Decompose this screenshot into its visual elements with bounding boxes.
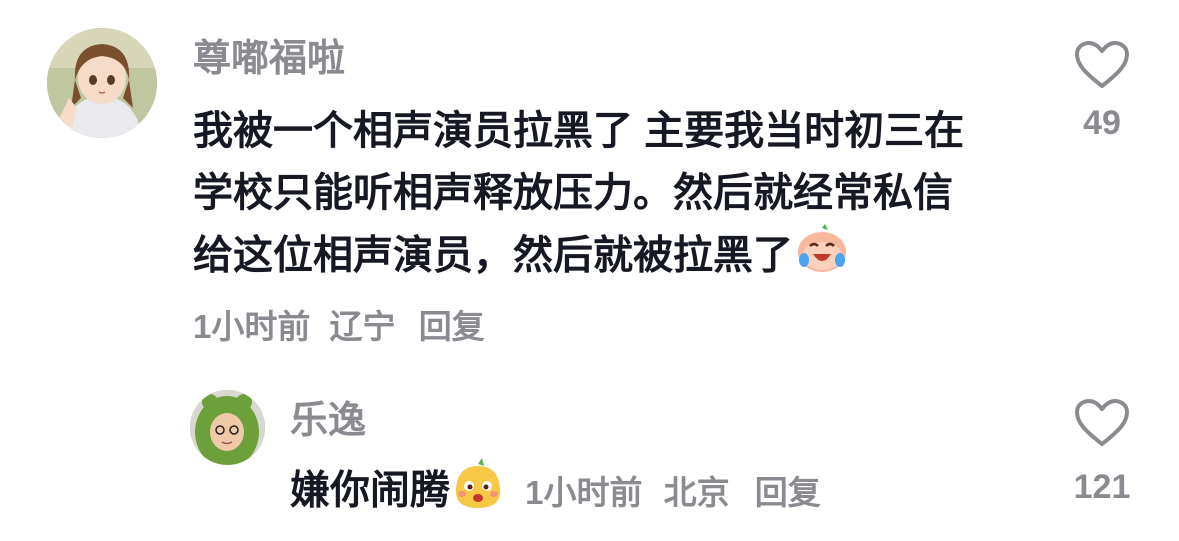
reply-text-row: 嫌你闹腾 1小时前 北京 回复 bbox=[290, 458, 821, 528]
like-count: 49 bbox=[1083, 104, 1121, 142]
reply-location: 北京 bbox=[663, 473, 730, 511]
like-count: 121 bbox=[1073, 468, 1131, 506]
user-avatar[interactable] bbox=[190, 390, 265, 465]
user-avatar[interactable] bbox=[47, 28, 157, 138]
smug-face-emoji bbox=[452, 458, 504, 528]
comment-location: 辽宁 bbox=[329, 308, 396, 345]
comment-text-line: 我被一个相声演员拉黑了 主要我当时初三在 bbox=[193, 109, 965, 153]
like-button[interactable]: 121 bbox=[1062, 398, 1142, 507]
comment-text-line: 给这位相声演员，然后就被拉黑了 bbox=[193, 224, 1033, 292]
anime-avatar-image bbox=[47, 28, 157, 138]
comment-meta: 1小时前 辽宁 回复 bbox=[193, 306, 485, 348]
comment-item: 尊嘟福啦 我被一个相声演员拉黑了 主要我当时初三在 学校只能听相声释放压力。然后… bbox=[0, 0, 1179, 360]
reply-text: 嫌你闹腾 bbox=[290, 468, 450, 513]
reply-button[interactable]: 回复 bbox=[419, 308, 485, 345]
comment-text-line: 学校只能听相声释放压力。然后就经常私信 bbox=[193, 171, 953, 215]
reply-time: 1小时前 bbox=[525, 473, 643, 511]
heart-icon bbox=[1075, 41, 1129, 88]
frog-hood-avatar-image bbox=[190, 390, 265, 465]
comment-username[interactable]: 尊嘟福啦 bbox=[193, 36, 345, 82]
like-button[interactable]: 49 bbox=[1062, 40, 1142, 143]
heart-icon bbox=[1075, 399, 1129, 446]
reply-button[interactable]: 回复 bbox=[755, 474, 821, 511]
reply-username[interactable]: 乐逸 bbox=[290, 398, 366, 444]
laugh-cry-emoji bbox=[795, 224, 849, 292]
comment-text: 我被一个相声演员拉黑了 主要我当时初三在 学校只能听相声释放压力。然后就经常私信… bbox=[193, 100, 1033, 292]
reply-item: 乐逸 嫌你闹腾 1小时前 北京 回复 121 bbox=[0, 360, 1179, 541]
comment-time: 1小时前 bbox=[193, 308, 311, 345]
